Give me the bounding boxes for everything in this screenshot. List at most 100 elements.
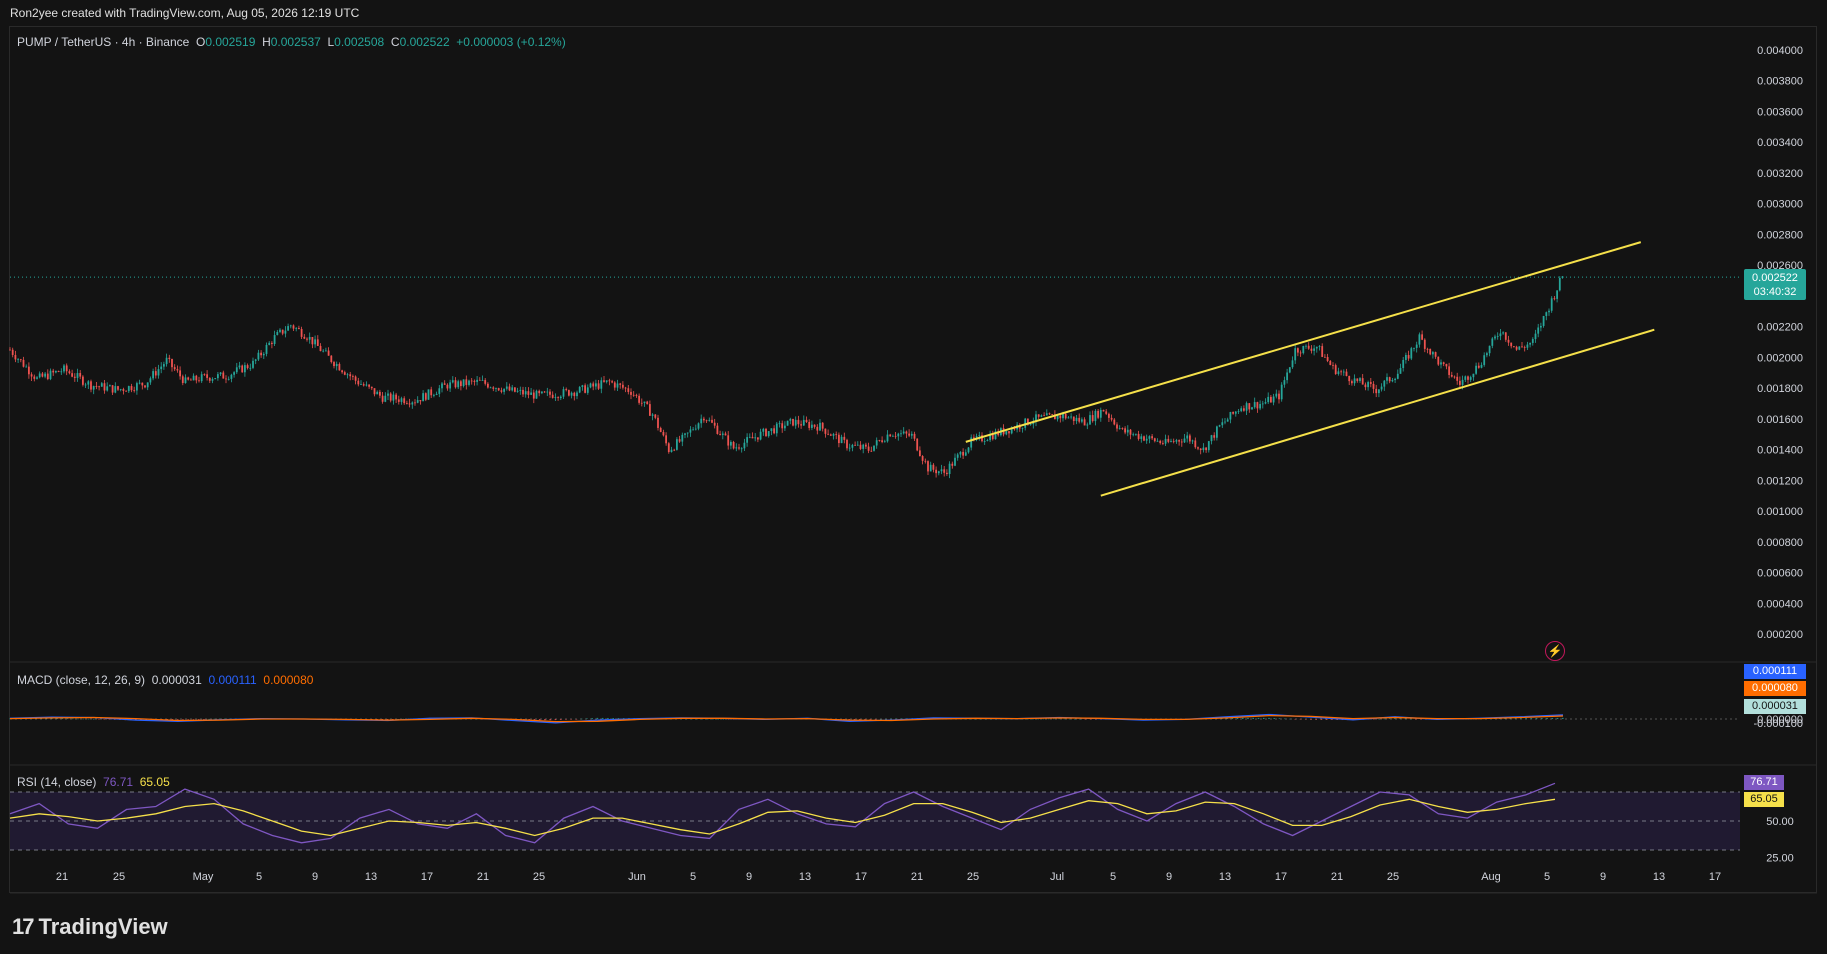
candle-body bbox=[1299, 352, 1302, 354]
chart-canvas[interactable]: 0.004000 0.003800 0.003600 0.003400 0.003200… bbox=[0, 0, 1827, 954]
candle-body bbox=[1353, 378, 1356, 384]
candle-body bbox=[462, 379, 465, 387]
candle-body bbox=[333, 362, 335, 367]
candle-body bbox=[184, 377, 187, 384]
candle-body bbox=[1351, 381, 1353, 384]
candle-body bbox=[443, 383, 446, 385]
candle-body bbox=[387, 393, 389, 396]
candle-body bbox=[794, 419, 797, 426]
candle-body bbox=[1440, 362, 1442, 365]
tradingview-logo[interactable]: 17 TradingView bbox=[12, 914, 168, 940]
candle-body bbox=[109, 385, 111, 387]
candle-body bbox=[800, 424, 802, 426]
rsi-label[interactable]: RSI (14, close) bbox=[17, 775, 96, 789]
candle-body bbox=[921, 456, 924, 461]
time-tick-label: 17 bbox=[855, 871, 867, 883]
time-tick-label: 9 bbox=[746, 871, 752, 883]
candle-body bbox=[1391, 380, 1394, 382]
candle-body bbox=[1145, 438, 1148, 441]
candle-body bbox=[1021, 427, 1024, 429]
macd-histogram-bar bbox=[1541, 718, 1543, 719]
candle-body bbox=[1550, 298, 1553, 311]
candle-body bbox=[1529, 342, 1531, 345]
candle-body bbox=[651, 414, 654, 416]
macd-legend: MACD (close, 12, 26, 9) 0.000031 0.00011… bbox=[17, 673, 313, 687]
candle-body bbox=[943, 469, 946, 473]
candle-body bbox=[125, 390, 127, 392]
candle-body bbox=[530, 392, 532, 395]
macd-label[interactable]: MACD (close, 12, 26, 9) bbox=[17, 673, 145, 687]
candle-body bbox=[1148, 436, 1151, 439]
candle-body bbox=[1472, 373, 1475, 378]
candle-body bbox=[846, 439, 848, 449]
candle-body bbox=[416, 400, 419, 403]
candle-body bbox=[1410, 348, 1413, 359]
macd-pane[interactable] bbox=[9, 713, 1740, 724]
candle-body bbox=[1207, 441, 1210, 451]
candle-body bbox=[1388, 377, 1391, 382]
macd-histogram-bar bbox=[1388, 718, 1391, 719]
price-tick-label: 0.001200 bbox=[1757, 475, 1803, 487]
candle-body bbox=[616, 383, 619, 388]
candle-body bbox=[524, 391, 527, 395]
candle-body bbox=[1267, 396, 1270, 403]
candle-body bbox=[1526, 344, 1529, 348]
candle-body bbox=[1307, 345, 1310, 349]
price-axis[interactable]: 0.004000 0.003800 0.003600 0.003400 0.003200… bbox=[1753, 45, 1803, 864]
candle-body bbox=[1210, 435, 1213, 442]
candle-body bbox=[838, 434, 840, 444]
macd-signal-value: 0.000080 bbox=[263, 673, 314, 687]
candle-body bbox=[657, 417, 659, 428]
candle-body bbox=[200, 374, 203, 382]
macd-histogram-bar bbox=[77, 718, 79, 720]
lightning-icon[interactable]: ⚡ bbox=[1545, 641, 1565, 661]
candle-body bbox=[1305, 345, 1307, 347]
candle-body bbox=[457, 381, 460, 388]
change-value: +0.000003 (+0.12%) bbox=[456, 35, 566, 49]
hist-badge: 0.000031 bbox=[1744, 699, 1806, 714]
candle-body bbox=[581, 385, 584, 387]
macd-histogram-bar bbox=[1535, 718, 1538, 719]
candle-body bbox=[233, 372, 235, 375]
macd-histogram-bar bbox=[1520, 718, 1522, 719]
candle-body bbox=[964, 452, 967, 456]
candle-body bbox=[419, 400, 422, 402]
candle-body bbox=[19, 359, 22, 361]
macd-histogram-bar bbox=[974, 719, 976, 720]
candle-body bbox=[1189, 435, 1191, 442]
candle-body bbox=[551, 394, 554, 398]
macd-histogram-bar bbox=[990, 719, 992, 720]
candle-body bbox=[106, 386, 109, 391]
candle-body bbox=[82, 376, 84, 385]
candle-body bbox=[90, 381, 92, 390]
time-axis[interactable]: 21 25 May 5 9 13 17 21 25 Jun 5 9 13 17 21 25 Jul 5 9 13 17 2… bbox=[56, 871, 1721, 883]
candle-body bbox=[1361, 378, 1364, 385]
candle-body bbox=[130, 386, 133, 391]
macd-histogram-bar bbox=[1294, 719, 1297, 720]
candle-body bbox=[362, 384, 365, 386]
candle-body bbox=[308, 336, 311, 340]
candle-body bbox=[478, 379, 481, 381]
candle-body bbox=[487, 383, 489, 388]
candle-body bbox=[1459, 380, 1461, 385]
candle-body bbox=[1553, 298, 1556, 300]
macd-histogram-bar bbox=[61, 718, 64, 719]
candle-body bbox=[365, 384, 368, 386]
symbol-name[interactable]: PUMP / TetherUS · 4h · Binance bbox=[17, 35, 189, 49]
candle-body bbox=[46, 373, 49, 380]
candle-body bbox=[1345, 371, 1348, 376]
rsi-pane[interactable] bbox=[9, 782, 1740, 851]
candle-body bbox=[1029, 424, 1032, 425]
macd-hist-value: 0.000031 bbox=[151, 673, 202, 687]
candle-body bbox=[1178, 440, 1180, 442]
candle-body bbox=[1256, 402, 1259, 409]
rsi-badge: 76.71 bbox=[1744, 775, 1784, 790]
candle-body bbox=[1456, 376, 1459, 381]
candle-body bbox=[1469, 377, 1472, 380]
price-pane[interactable] bbox=[9, 241, 1740, 497]
candle-body bbox=[44, 373, 46, 377]
candle-body bbox=[144, 385, 146, 388]
candle-body bbox=[1005, 431, 1008, 435]
macd-histogram-bar bbox=[1262, 717, 1265, 719]
candle-body bbox=[154, 371, 157, 376]
